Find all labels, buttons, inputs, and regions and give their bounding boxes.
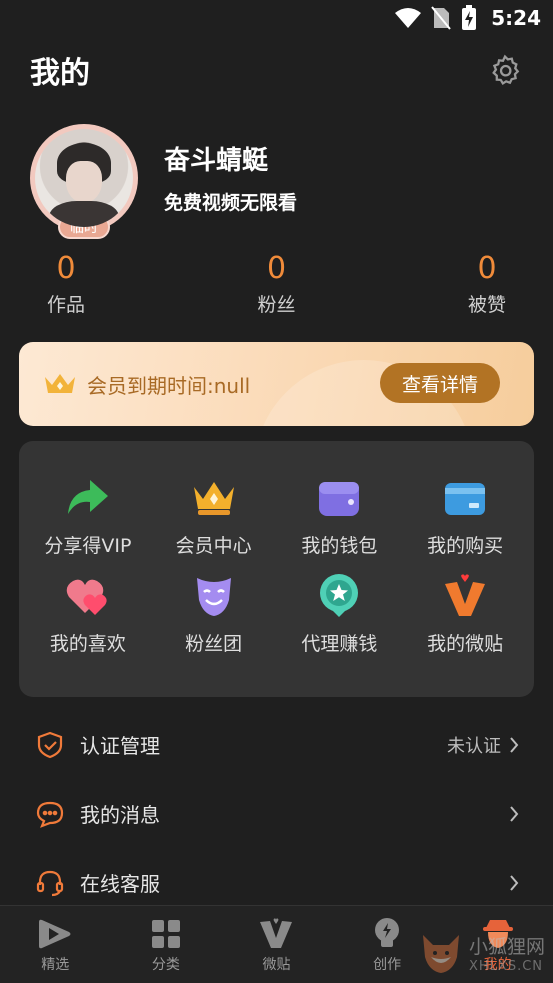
feature-label: 会员中心	[175, 535, 252, 557]
header: 我的	[30, 44, 523, 96]
tab-label: 精选	[41, 957, 70, 973]
tab-label: 创作	[373, 957, 402, 973]
page-title: 我的	[30, 56, 90, 91]
feature-wallet[interactable]: 我的钱包	[277, 475, 403, 573]
card-icon	[442, 475, 488, 521]
stat-value: 0	[477, 251, 497, 286]
feature-label: 我的喜欢	[49, 633, 126, 655]
grid-icon	[148, 916, 184, 952]
tab-label: 分类	[151, 957, 180, 973]
profile-subtitle: 免费视频无限看	[164, 192, 298, 214]
feature-share-vip[interactable]: 分享得VIP	[25, 475, 151, 573]
tab-mine[interactable]: 我的	[442, 906, 553, 983]
feature-label: 我的微贴	[427, 633, 504, 655]
stat-value: 0	[266, 251, 287, 286]
crown-icon	[191, 475, 237, 521]
gear-icon[interactable]	[487, 52, 523, 88]
stat-label: 作品	[46, 294, 85, 316]
verification-status: 未认证	[447, 735, 501, 757]
headset-icon	[36, 869, 64, 897]
feature-purchases[interactable]: 我的购买	[402, 475, 528, 573]
avatar[interactable]	[30, 124, 138, 232]
star-medal-icon	[316, 573, 362, 619]
share-arrow-icon	[65, 475, 111, 521]
stat-works[interactable]: 0 作品	[0, 252, 200, 322]
vip-banner[interactable]: 会员到期时间:null 查看详情	[19, 342, 534, 426]
menu-item-verification[interactable]: 认证管理 未认证	[0, 710, 553, 779]
menu-label: 认证管理	[80, 734, 160, 758]
status-time: 5:24	[491, 6, 541, 30]
wallet-icon	[316, 475, 362, 521]
profile-icon	[480, 916, 516, 952]
tab-categories[interactable]: 分类	[111, 906, 222, 983]
tab-label: 我的	[483, 957, 512, 973]
feature-likes[interactable]: 我的喜欢	[25, 573, 151, 671]
v-post-icon	[442, 573, 488, 619]
crown-icon	[45, 374, 75, 393]
feature-fan-club[interactable]: 粉丝团	[151, 573, 277, 671]
view-details-button[interactable]: 查看详情	[380, 363, 500, 403]
menu-label: 我的消息	[80, 803, 160, 827]
tab-create[interactable]: 创作	[332, 906, 443, 983]
feature-my-posts[interactable]: 我的微贴	[402, 573, 528, 671]
feature-agent-earn[interactable]: 代理赚钱	[277, 573, 403, 671]
feature-label: 代理赚钱	[301, 633, 378, 655]
battery-charging-icon	[462, 5, 477, 30]
vip-expiry-text: 会员到期时间:null	[87, 373, 251, 398]
no-sim-icon	[431, 6, 452, 30]
stats-row: 0 作品 0 粉丝 0 被赞	[0, 252, 553, 322]
feature-label: 我的钱包	[301, 535, 378, 557]
feature-vip-center[interactable]: 会员中心	[151, 475, 277, 573]
play-icon	[37, 916, 73, 952]
stat-likes[interactable]: 0 被赞	[353, 252, 553, 322]
menu-label: 在线客服	[80, 872, 160, 896]
bottom-tab-bar: 精选 分类 微贴 创作 我的	[0, 905, 553, 983]
wifi-icon	[395, 8, 422, 28]
feature-grid: 分享得VIP 会员中心 我的钱包 我的购买 我的喜欢 粉丝团 代理赚钱 我的微贴	[19, 441, 534, 697]
tab-featured[interactable]: 精选	[0, 906, 111, 983]
stat-label: 粉丝	[257, 294, 296, 316]
stat-value: 0	[56, 251, 76, 286]
stat-fans[interactable]: 0 粉丝	[200, 252, 354, 322]
feature-label: 粉丝团	[185, 633, 243, 655]
tab-label: 微贴	[262, 957, 291, 973]
hearts-icon	[65, 573, 111, 619]
username[interactable]: 奋斗蜻蜓	[164, 140, 268, 177]
chevron-right-icon	[509, 805, 523, 823]
chevron-right-icon	[509, 874, 523, 892]
chat-bubble-icon	[36, 800, 64, 828]
tab-posts[interactable]: 微贴	[221, 906, 332, 983]
profile-section: 临时 奋斗蜻蜓 免费视频无限看	[28, 122, 525, 242]
fan-mask-icon	[191, 573, 237, 619]
settings-menu: 认证管理 未认证 我的消息 在线客服	[0, 710, 553, 917]
feature-label: 分享得VIP	[44, 535, 132, 557]
menu-item-messages[interactable]: 我的消息	[0, 779, 553, 848]
stat-label: 被赞	[468, 294, 507, 316]
bulb-icon	[369, 916, 405, 952]
chevron-right-icon	[509, 736, 523, 754]
status-bar: 5:24	[0, 0, 553, 36]
shield-check-icon	[36, 731, 64, 759]
v-icon	[258, 916, 294, 952]
feature-label: 我的购买	[427, 535, 504, 557]
